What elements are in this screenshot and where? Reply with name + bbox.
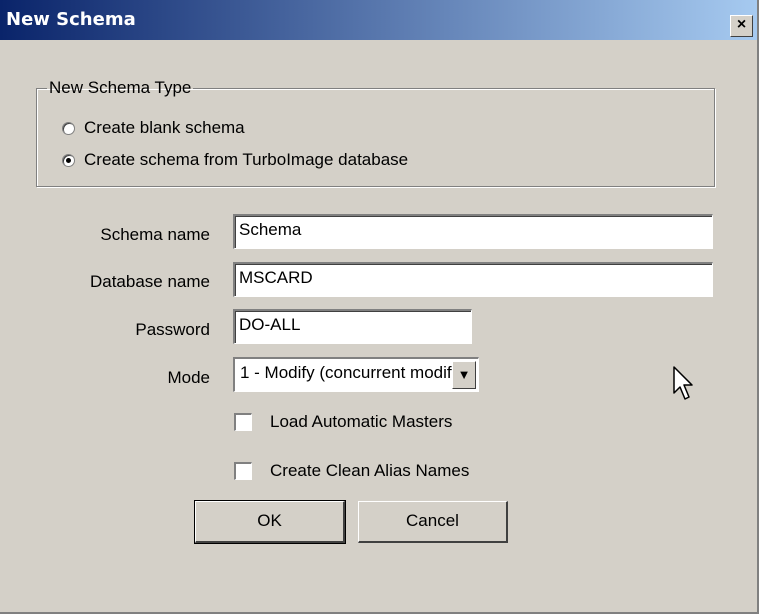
password-input[interactable]: DO-ALL — [233, 309, 472, 344]
schema-type-legend: New Schema Type — [49, 78, 192, 97]
window-title: New Schema — [6, 9, 136, 30]
radio-label: Create blank schema — [84, 118, 245, 137]
close-icon: × — [736, 16, 747, 33]
radio-label: Create schema from TurboImage database — [84, 150, 409, 169]
schema-name-label: Schema name — [100, 225, 210, 244]
chevron-down-icon: ▼ — [457, 367, 471, 382]
radio-blank-schema[interactable]: Create blank schema — [62, 116, 245, 140]
checkbox[interactable] — [234, 413, 252, 431]
database-name-label: Database name — [89, 272, 210, 291]
radio-button[interactable] — [62, 121, 75, 135]
mode-label: Mode — [167, 368, 210, 387]
mode-select-value: 1 - Modify (concurrent modify) — [240, 363, 466, 382]
radio-from-turboimage[interactable]: Create schema from TurboImage database — [62, 148, 408, 172]
create-clean-alias-names-option[interactable]: Create Clean Alias Names — [234, 459, 469, 483]
mode-select[interactable]: 1 - Modify (concurrent modify) ▼ — [233, 357, 479, 392]
close-button[interactable]: × — [730, 15, 753, 37]
schema-name-input[interactable]: Schema — [233, 214, 713, 249]
checkbox[interactable] — [234, 462, 252, 480]
radio-button[interactable] — [62, 153, 75, 167]
mouse-pointer-icon — [673, 366, 693, 400]
ok-button[interactable]: OK — [194, 500, 346, 544]
checkbox-label: Create Clean Alias Names — [270, 461, 470, 480]
database-name-input[interactable]: MSCARD — [233, 262, 713, 297]
checkbox-label: Load Automatic Masters — [270, 412, 453, 431]
new-schema-dialog: New Schema × New Schema Type Create blan… — [0, 0, 759, 614]
title-bar[interactable]: New Schema × — [0, 0, 757, 40]
password-label: Password — [135, 320, 210, 339]
cancel-button[interactable]: Cancel — [358, 501, 508, 543]
load-automatic-masters-option[interactable]: Load Automatic Masters — [234, 410, 452, 434]
dropdown-button[interactable]: ▼ — [452, 361, 476, 389]
